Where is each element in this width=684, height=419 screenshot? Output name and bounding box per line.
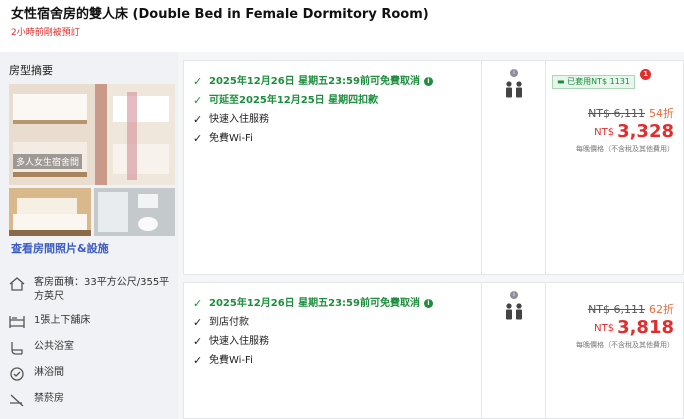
- price-column: ▬ 已套用NT$ 1131 1 NT$ 6,111 54折 NT$ 3,328 每晚…: [546, 61, 684, 274]
- room-header: 女性宿舍房的雙人床 (Double Bed in Female Dormitor…: [0, 0, 684, 52]
- amenity-text: 淋浴間: [34, 367, 64, 378]
- check-icon: ✓: [193, 132, 203, 145]
- amenity-text: 1張上下舖床: [34, 315, 91, 326]
- occupancy-column: i: [482, 283, 546, 418]
- per-night-note: 每晚價格（不含稅及其他費用）: [576, 145, 674, 153]
- check-icon: ✓: [193, 75, 203, 88]
- room-summary-label: 房型摘要: [9, 64, 53, 77]
- room-title: 女性宿舍房的雙人床 (Double Bed in Female Dormitor…: [11, 7, 429, 22]
- current-price: NT$ 3,328: [594, 121, 674, 142]
- condition-deferred-payment: ✓ 可延至2025年12月25日 星期四扣款: [193, 94, 379, 107]
- occupancy-info-icon[interactable]: i: [510, 291, 518, 299]
- amenity-text: 公共浴室: [34, 341, 74, 352]
- condition-free-cancel: ✓ 2025年12月26日 星期五23:59前可免費取消 i: [193, 297, 433, 310]
- amenity-text: 客房面積：33平方公尺/355平方英尺: [34, 277, 170, 302]
- amenity-bathroom: 公共浴室: [8, 340, 178, 356]
- two-guests-icon: [506, 303, 522, 320]
- original-price: NT$ 6,111: [588, 303, 645, 316]
- info-icon[interactable]: i: [423, 299, 433, 308]
- info-icon[interactable]: i: [423, 77, 433, 86]
- room-main-photo[interactable]: 多人女生宿舍間: [9, 84, 175, 185]
- rate-option-card: ✓ 2025年12月26日 星期五23:59前可免費取消 i ✓ 可延至2025…: [183, 60, 684, 275]
- original-price: NT$ 6,111: [588, 107, 645, 120]
- rate-conditions: ✓ 2025年12月26日 星期五23:59前可免費取消 i ✓ 到店付款 ✓ …: [184, 283, 482, 418]
- condition-express-checkin: ✓ 快速入住服務: [193, 113, 269, 126]
- occupancy-info-icon[interactable]: i: [510, 69, 518, 77]
- coupon-applied-tag[interactable]: ▬ 已套用NT$ 1131: [552, 75, 635, 89]
- shower-icon: [10, 367, 24, 381]
- coupon-count-badge: 1: [640, 69, 651, 80]
- per-night-note: 每晚價格（不含稅及其他費用）: [576, 341, 674, 349]
- amenity-text: 禁菸房: [34, 393, 64, 404]
- check-icon: ✓: [193, 354, 203, 367]
- house-icon: [9, 277, 25, 291]
- original-price-row: NT$ 6,111 54折: [588, 105, 674, 121]
- discount-label: 54折: [649, 107, 674, 120]
- check-icon: ✓: [193, 297, 203, 310]
- amenity-list: 客房面積：33平方公尺/355平方英尺 1張上下舖床 公共浴室 淋浴間 禁菸房: [8, 276, 178, 418]
- recently-booked-note: 2小時前剛被預訂: [11, 28, 80, 38]
- check-icon: ✓: [193, 316, 203, 329]
- amenity-no-smoking: 禁菸房: [8, 392, 178, 408]
- condition-free-wifi: ✓ 免費Wi-Fi: [193, 132, 253, 145]
- amenity-shower: 淋浴間: [8, 366, 178, 382]
- occupancy-column: i: [482, 61, 546, 274]
- two-guests-icon: [506, 81, 522, 98]
- rate-option-card: ✓ 2025年12月26日 星期五23:59前可免費取消 i ✓ 到店付款 ✓ …: [183, 282, 684, 419]
- rate-conditions: ✓ 2025年12月26日 星期五23:59前可免費取消 i ✓ 可延至2025…: [184, 61, 482, 274]
- price-column: NT$ 6,111 62折 NT$ 3,818 每晚價格（不含稅及其他費用）: [546, 283, 684, 418]
- amenity-room-size: 客房面積：33平方公尺/355平方英尺: [8, 276, 178, 304]
- shared-bathroom-icon: [11, 342, 23, 355]
- room-summary-panel: 房型摘要 多人女生宿舍間 查看房間照片&設施 客房面積：33平方公尺/355平方…: [0, 52, 178, 419]
- original-price-row: NT$ 6,111 62折: [588, 301, 674, 317]
- check-icon: ✓: [193, 113, 203, 126]
- discount-label: 62折: [649, 303, 674, 316]
- bathroom-photo-thumbnail[interactable]: [94, 188, 175, 236]
- condition-express-checkin: ✓ 快速入住服務: [193, 335, 269, 348]
- photo-caption: 多人女生宿舍間: [13, 154, 83, 169]
- view-room-photos-link[interactable]: 查看房間照片&設施: [11, 240, 109, 256]
- no-smoking-icon: [10, 394, 24, 407]
- room-photo-thumbnail[interactable]: [9, 188, 91, 236]
- check-icon: ✓: [193, 94, 203, 107]
- condition-pay-at-hotel: ✓ 到店付款: [193, 316, 249, 329]
- condition-free-cancel: ✓ 2025年12月26日 星期五23:59前可免費取消 i: [193, 75, 433, 88]
- bunk-bed-icon: [9, 316, 25, 328]
- amenity-bed: 1張上下舖床: [8, 314, 178, 330]
- check-icon: ✓: [193, 335, 203, 348]
- coupon-icon: ▬: [557, 77, 568, 86]
- condition-free-wifi: ✓ 免費Wi-Fi: [193, 354, 253, 367]
- current-price: NT$ 3,818: [594, 317, 674, 338]
